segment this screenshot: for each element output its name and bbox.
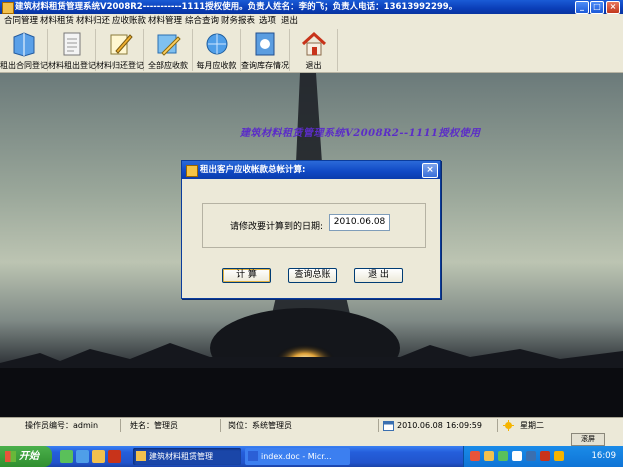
tray-volume-icon[interactable] bbox=[554, 451, 564, 461]
close-button[interactable]: × bbox=[606, 1, 620, 14]
status-separator bbox=[497, 419, 498, 432]
quicklaunch-app-icon[interactable] bbox=[108, 450, 121, 463]
receivables-calc-dialog: 租出客户应收帐款总帐计算: × 请修改要计算到的日期: 2010.06.08 计… bbox=[181, 160, 441, 299]
toolbar-inventory-query-button[interactable]: 查询库存情况 bbox=[241, 29, 290, 71]
book-icon bbox=[13, 32, 34, 57]
status-weekday: 星期二 bbox=[520, 421, 544, 430]
report-icon bbox=[255, 32, 275, 56]
toolbar-rent-out-button[interactable]: 材料租出登记 bbox=[48, 29, 96, 71]
menu-bar: 合同管理 材料租赁 材料归还 应收账款 材料管理 综合查询 财务报表 选项 退出 bbox=[0, 14, 623, 28]
start-label: 开始 bbox=[19, 451, 39, 462]
toolbar-all-receivables-button[interactable]: 全部应收款 bbox=[144, 29, 193, 71]
menu-material-return[interactable]: 材料归还 bbox=[76, 14, 110, 28]
quicklaunch-desktop-icon[interactable] bbox=[60, 450, 73, 463]
tray-icon[interactable] bbox=[512, 451, 522, 461]
date-label: 请修改要计算到的日期: bbox=[230, 222, 324, 232]
task-app-icon bbox=[136, 451, 146, 461]
query-total-button[interactable]: 查询总账 bbox=[288, 268, 337, 283]
menu-contract[interactable]: 合同管理 bbox=[4, 14, 38, 28]
dialog-exit-button[interactable]: 退 出 bbox=[354, 268, 403, 283]
document-icon bbox=[63, 32, 80, 56]
toolbar: 租出合同登记 材料租出登记 材料归还登记 全部应收款 每月应收款 查询库存情况 … bbox=[0, 28, 623, 73]
window-title: 建筑材料租赁管理系统V2008R2-----------1111授权使用。负责人… bbox=[15, 2, 458, 12]
toolbar-label: 每月应收款 bbox=[196, 61, 237, 70]
tray-icon[interactable] bbox=[540, 451, 550, 461]
scroll-toggle-button[interactable]: 滚屏 bbox=[571, 433, 605, 446]
maximize-button[interactable]: □ bbox=[590, 1, 604, 14]
start-button[interactable]: 开始 bbox=[0, 446, 52, 467]
quicklaunch-folder-icon[interactable] bbox=[92, 450, 105, 463]
dialog-app-icon bbox=[186, 165, 198, 177]
tray-icon[interactable] bbox=[470, 451, 480, 461]
taskbar-app-rental[interactable]: 建筑材料租赁管理 bbox=[133, 448, 241, 465]
menu-exit[interactable]: 退出 bbox=[281, 14, 298, 28]
toolbar-return-button[interactable]: 材料归还登记 bbox=[96, 29, 144, 71]
dialog-close-button[interactable]: × bbox=[422, 163, 438, 178]
menu-receivables[interactable]: 应收账款 bbox=[112, 14, 146, 28]
toolbar-exit-button[interactable]: 退出 bbox=[290, 29, 338, 71]
tray-network-icon[interactable] bbox=[526, 451, 536, 461]
status-separator bbox=[120, 419, 121, 432]
dialog-title-bar: 租出客户应收帐款总帐计算: × bbox=[182, 161, 440, 179]
status-time: 16:09:59 bbox=[446, 421, 482, 430]
toolbar-label: 材料归还登记 bbox=[96, 61, 144, 70]
task-label: index.doc - Micr... bbox=[261, 452, 332, 461]
status-name: 姓名：管理员 bbox=[130, 421, 178, 430]
quicklaunch-ie-icon[interactable] bbox=[76, 450, 89, 463]
home-exit-icon bbox=[301, 31, 326, 56]
taskbar-clock[interactable]: 16:09 bbox=[592, 446, 617, 467]
task-label: 建筑材料租赁管理 bbox=[149, 452, 213, 461]
status-position: 岗位：系统管理员 bbox=[228, 421, 292, 430]
system-tray: 16:09 bbox=[463, 446, 623, 467]
status-strip: 滚屏 bbox=[0, 432, 623, 446]
toolbar-label: 租出合同登记 bbox=[0, 61, 48, 70]
menu-finance-report[interactable]: 财务报表 bbox=[221, 14, 255, 28]
pen-edit-icon bbox=[157, 34, 181, 56]
tray-icon[interactable] bbox=[484, 451, 494, 461]
toolbar-contract-register-button[interactable]: 租出合同登记 bbox=[0, 29, 48, 71]
sun-icon bbox=[503, 420, 514, 431]
status-date: 2010.06.08 bbox=[397, 421, 443, 430]
word-doc-icon bbox=[248, 451, 258, 461]
calculate-button[interactable]: 计 算 bbox=[222, 268, 271, 283]
window-title-bar: 建筑材料租赁管理系统V2008R2-----------1111授权使用。负责人… bbox=[0, 0, 623, 14]
menu-query[interactable]: 综合查询 bbox=[185, 14, 219, 28]
globe-mail-icon bbox=[206, 33, 227, 55]
tray-icon[interactable] bbox=[498, 451, 508, 461]
minimize-button[interactable]: _ bbox=[575, 1, 589, 14]
dialog-title: 租出客户应收帐款总帐计算: bbox=[200, 165, 306, 175]
app-icon bbox=[2, 2, 14, 14]
status-separator bbox=[220, 419, 221, 432]
menu-material-rent[interactable]: 材料租赁 bbox=[40, 14, 74, 28]
toolbar-label: 退出 bbox=[305, 61, 322, 70]
background-tagline: 建筑材料租赁管理系统V2008R2--1111授权使用 bbox=[240, 128, 481, 139]
menu-material-manage[interactable]: 材料管理 bbox=[148, 14, 182, 28]
toolbar-monthly-receivables-button[interactable]: 每月应收款 bbox=[193, 29, 241, 71]
pencil-note-icon bbox=[110, 34, 133, 55]
calendar-icon bbox=[383, 421, 394, 431]
status-operator-id: 操作员编号：admin bbox=[25, 421, 99, 430]
menu-options[interactable]: 选项 bbox=[259, 14, 276, 28]
taskbar-app-word[interactable]: index.doc - Micr... bbox=[245, 448, 350, 465]
toolbar-label: 全部应收款 bbox=[148, 61, 188, 70]
status-bar: 操作员编号：admin 姓名：管理员 岗位：系统管理员 2010.06.08 1… bbox=[0, 417, 623, 433]
toolbar-label: 材料租出登记 bbox=[48, 61, 96, 70]
toolbar-label: 查询库存情况 bbox=[241, 61, 289, 70]
taskbar: 开始 建筑材料租赁管理 index.doc - Micr... 16:09 bbox=[0, 446, 623, 467]
date-input[interactable]: 2010.06.08 bbox=[329, 214, 390, 231]
windows-flag-icon bbox=[5, 451, 16, 462]
status-separator bbox=[378, 419, 379, 432]
